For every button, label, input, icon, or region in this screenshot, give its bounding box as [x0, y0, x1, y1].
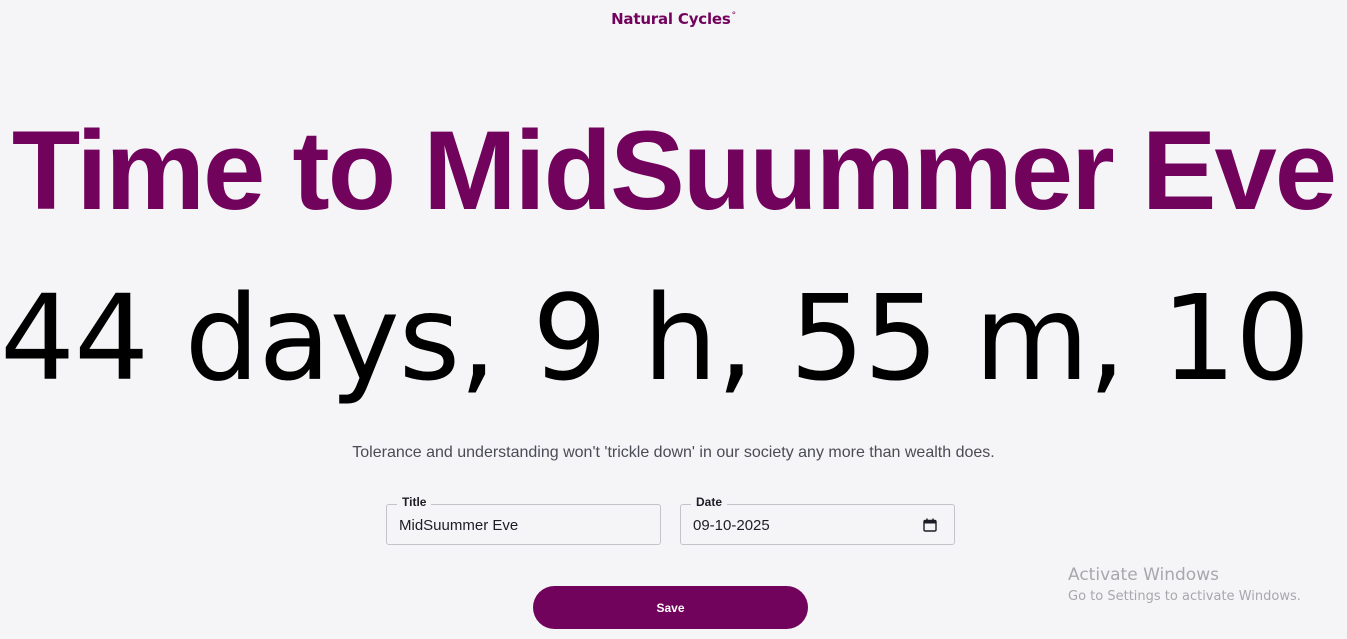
- date-field-label: Date: [691, 495, 728, 509]
- page: Natural Cycles° Time to MidSuummer Eve 4…: [0, 0, 1347, 639]
- title-field-value[interactable]: MidSuummer Eve: [399, 517, 518, 534]
- watermark-title: Activate Windows: [1068, 565, 1219, 585]
- brand-name: Natural Cycles: [611, 10, 731, 28]
- date-field-value[interactable]: 09-10-2025: [693, 517, 770, 534]
- title-field[interactable]: Title MidSuummer Eve: [386, 495, 661, 545]
- countdown-display: 44 days, 9 h, 55 m, 10 s: [0, 269, 1347, 407]
- save-button[interactable]: Save: [533, 586, 808, 629]
- brand-mark: °: [731, 11, 737, 21]
- windows-activation-watermark: Activate Windows Go to Settings to activ…: [1068, 565, 1301, 604]
- page-title: Time to MidSuummer Eve: [11, 108, 1337, 233]
- title-field-label: Title: [397, 495, 432, 509]
- calendar-icon[interactable]: [923, 518, 937, 532]
- watermark-subtitle: Go to Settings to activate Windows.: [1068, 589, 1301, 604]
- brand-logo[interactable]: Natural Cycles°: [0, 10, 1347, 28]
- quote-text: Tolerance and understanding won't 'trick…: [352, 444, 995, 461]
- date-field[interactable]: Date 09-10-2025: [680, 495, 955, 545]
